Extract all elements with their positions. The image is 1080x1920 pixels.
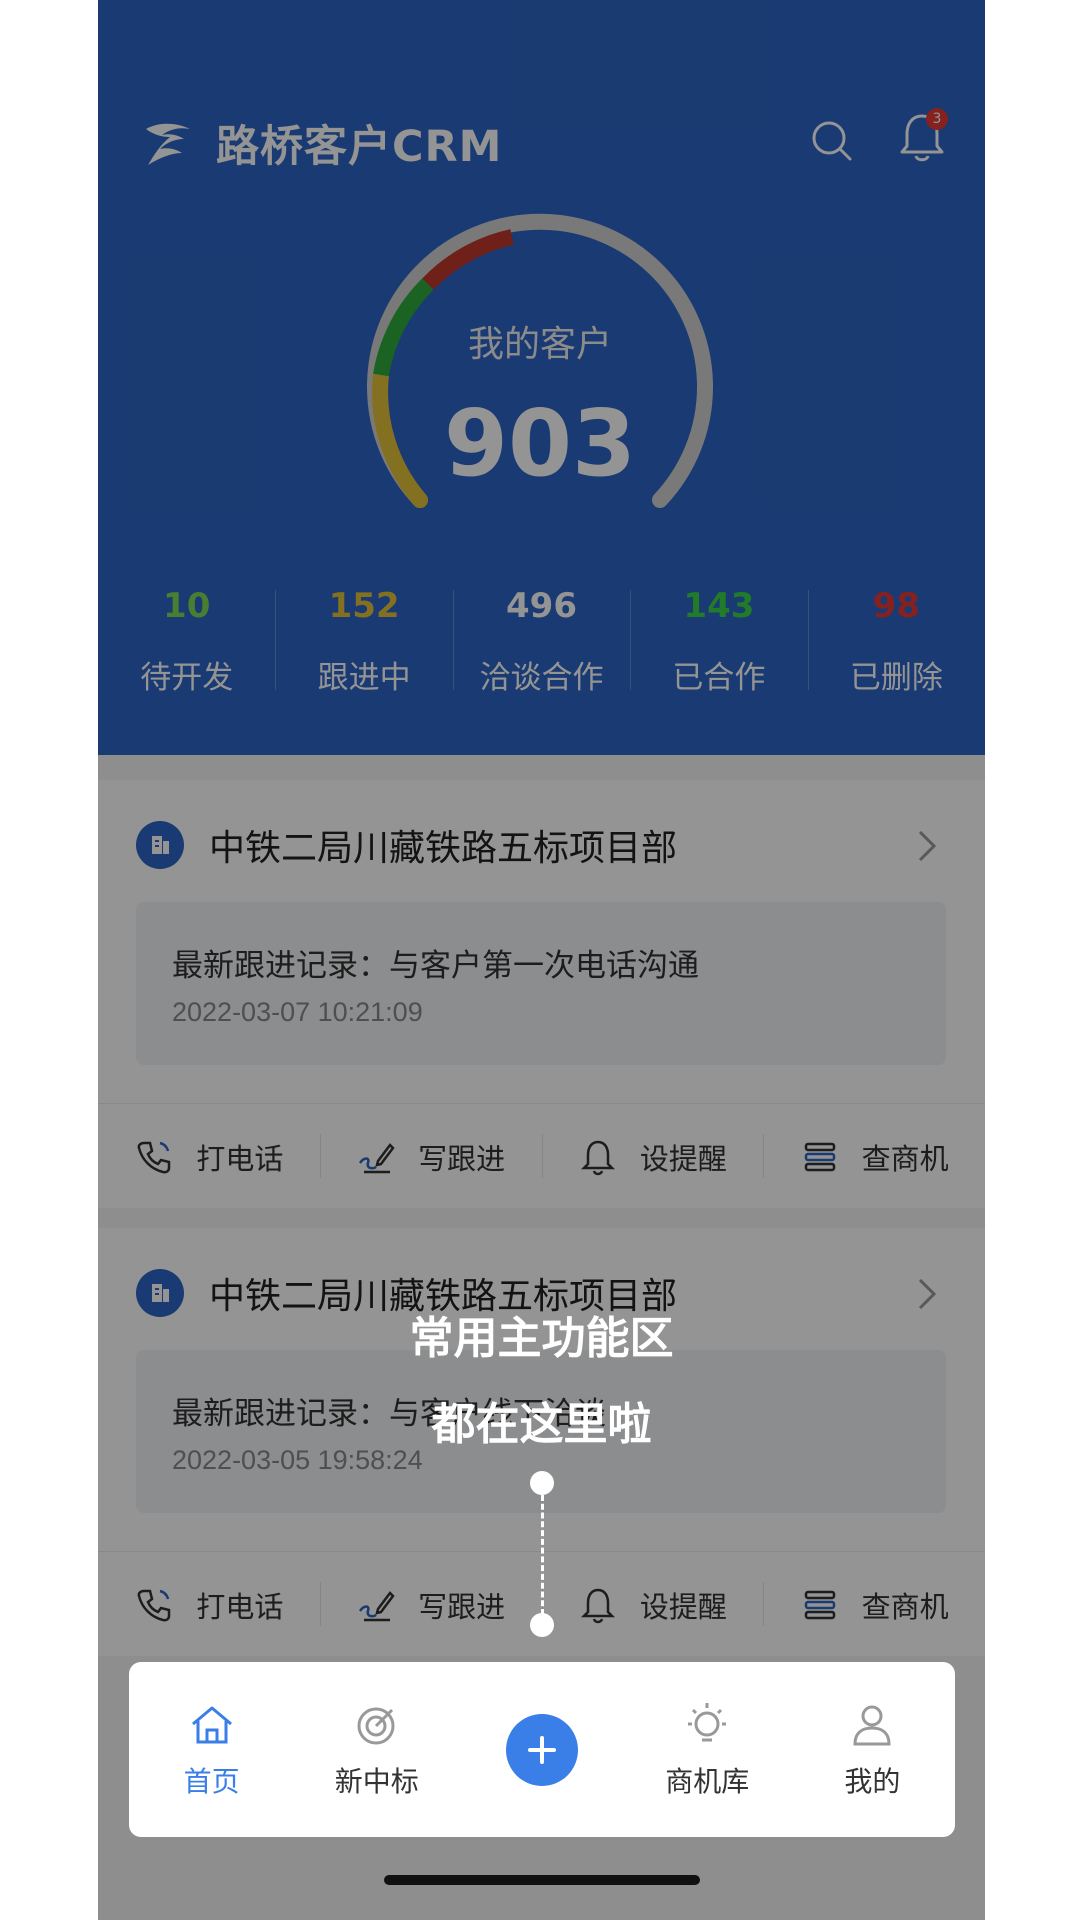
- tab-mine[interactable]: 我的: [790, 1662, 955, 1837]
- guide-connector: [541, 1495, 544, 1615]
- tab-bar: 首页 新中标 商机库 我的: [129, 1662, 955, 1837]
- app-screen: 路桥客户CRM 3 我的客户 903 10 待开发 152 跟进中 496 洽谈…: [98, 0, 985, 1920]
- tab-label: 我的: [844, 1764, 901, 1798]
- guide-title: 常用主功能区: [409, 1313, 674, 1364]
- plus-icon[interactable]: [506, 1713, 578, 1786]
- user-icon: [853, 1705, 891, 1745]
- tab-add[interactable]: [459, 1662, 624, 1837]
- tab-label: 新中标: [334, 1764, 419, 1798]
- tab-opportunities[interactable]: 商机库: [625, 1662, 790, 1837]
- tab-new-bid[interactable]: 新中标: [294, 1662, 459, 1837]
- guide-subtitle: 都在这里啦: [431, 1399, 652, 1450]
- bulb-icon: [688, 1702, 727, 1741]
- target-icon: [357, 1707, 395, 1744]
- tab-label: 首页: [183, 1764, 240, 1798]
- home-icon: [191, 1706, 232, 1743]
- tab-home[interactable]: 首页: [129, 1662, 294, 1837]
- home-indicator: [384, 1875, 700, 1885]
- guide-dot-bottom: [530, 1613, 554, 1637]
- guide-dot-top: [530, 1471, 554, 1495]
- tab-label: 商机库: [665, 1764, 750, 1798]
